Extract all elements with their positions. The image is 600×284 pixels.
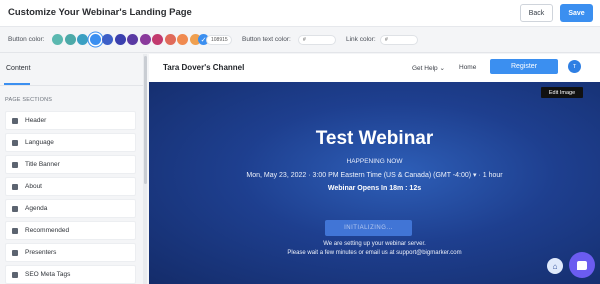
section-item[interactable]: Title Banner: [5, 155, 136, 174]
section-item-label: SEO Meta Tags: [25, 271, 71, 278]
button-text-hex-input[interactable]: #: [298, 35, 336, 45]
agenda-icon: [12, 205, 18, 212]
site-nav: Tara Dover's Channel Get Help ⌄ Home Reg…: [149, 54, 600, 82]
color-swatch[interactable]: [64, 34, 76, 45]
back-button[interactable]: Back: [520, 4, 553, 22]
happening-now-label: HAPPENING NOW: [346, 158, 403, 165]
color-swatch[interactable]: [89, 34, 101, 45]
register-button[interactable]: Register: [490, 59, 558, 74]
section-item[interactable]: Header: [5, 111, 136, 130]
button-hex-input[interactable]: 108915: [206, 35, 232, 45]
section-item-label: Header: [25, 117, 47, 124]
section-item[interactable]: Presenters: [5, 243, 136, 262]
tab-content[interactable]: Content: [6, 65, 31, 72]
color-swatch[interactable]: [52, 34, 63, 45]
section-item-label: About: [25, 183, 42, 190]
section-item[interactable]: Agenda: [5, 199, 136, 218]
presenters-icon: [12, 249, 18, 256]
color-swatch[interactable]: [152, 34, 163, 45]
section-item[interactable]: Language: [5, 133, 136, 152]
section-item-label: Agenda: [25, 205, 48, 212]
recommended-icon: [12, 227, 18, 234]
page-title: Customize Your Webinar's Landing Page: [8, 7, 192, 18]
section-item[interactable]: SEO Meta Tags: [5, 265, 136, 284]
link-color-label: Link color:: [346, 36, 376, 43]
color-swatch[interactable]: [139, 34, 151, 45]
chat-icon[interactable]: [569, 252, 595, 278]
webinar-date: Mon, May 23, 2022 · 3:00 PM Eastern Time…: [246, 172, 503, 179]
color-swatch[interactable]: [164, 34, 176, 45]
section-item-label: Presenters: [25, 249, 57, 256]
button-text-color-label: Button text color:: [242, 36, 291, 43]
left-panel-scroll-thumb[interactable]: [144, 56, 147, 184]
color-swatch[interactable]: [177, 34, 188, 45]
nav-home[interactable]: Home: [459, 64, 476, 71]
save-button[interactable]: Save: [560, 4, 593, 22]
section-item[interactable]: Recommended: [5, 221, 136, 240]
sections-heading: PAGE SECTIONS: [5, 97, 53, 103]
title-banner-icon: [12, 161, 18, 168]
tab-divider: [0, 85, 146, 86]
about-icon: [12, 183, 18, 190]
button-color-label: Button color:: [8, 36, 45, 43]
color-swatch[interactable]: [102, 34, 113, 45]
link-hex-input[interactable]: #: [380, 35, 418, 45]
top-bar: Customize Your Webinar's Landing Page Ba…: [0, 0, 600, 27]
section-item-label: Recommended: [25, 227, 70, 234]
color-swatch[interactable]: [114, 34, 126, 45]
nav-get-help[interactable]: Get Help ⌄: [412, 64, 445, 72]
channel-name[interactable]: Tara Dover's Channel: [163, 63, 244, 72]
setup-message-line1: We are setting up your webinar server.: [323, 241, 426, 247]
seo-icon: [12, 271, 18, 278]
left-panel: Content PAGE SECTIONS Header Language Titl…: [0, 54, 147, 284]
webinar-title: Test Webinar: [315, 128, 434, 149]
opens-in-countdown: Webinar Opens In 18m : 12s: [327, 185, 422, 192]
edit-image-button[interactable]: Edit Image: [541, 87, 583, 98]
setup-message-line2: Please wait a few minutes or email us at…: [287, 250, 462, 256]
section-item-label: Language: [25, 139, 54, 146]
header-icon: [12, 117, 18, 124]
support-icon[interactable]: ⌂: [547, 258, 563, 274]
section-item-label: Title Banner: [25, 161, 60, 168]
color-swatch[interactable]: [77, 34, 88, 45]
avatar[interactable]: T: [568, 60, 581, 73]
color-toolbar: Button color: ✓ 108915 Button text color…: [0, 27, 600, 53]
color-swatch[interactable]: [127, 34, 138, 45]
hero-banner: Edit Image Test Webinar HAPPENING NOW Mo…: [149, 82, 600, 284]
initializing-button[interactable]: INITIALIZING...: [325, 220, 412, 236]
language-icon: [12, 139, 18, 146]
section-item[interactable]: About: [5, 177, 136, 196]
landing-page-preview: Tara Dover's Channel Get Help ⌄ Home Reg…: [149, 54, 600, 284]
